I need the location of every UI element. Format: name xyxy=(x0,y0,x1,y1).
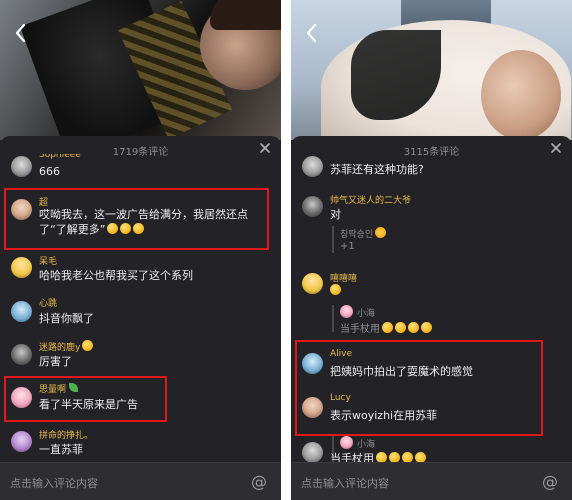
avatar[interactable] xyxy=(11,431,32,452)
comment-text: 哈哈我老公也帮我买了这个系列 xyxy=(39,269,193,282)
emoji-icon xyxy=(330,284,341,295)
comment-input-bar: 点击输入评论内容 @ xyxy=(0,462,281,500)
at-icon[interactable]: @ xyxy=(542,472,558,491)
sun-icon xyxy=(375,227,387,238)
emoji-icon xyxy=(395,322,406,333)
comment-item[interactable]: 呆毛 哈哈我老公也帮我买了这个系列 xyxy=(0,253,281,287)
reply-avatar[interactable] xyxy=(340,305,353,318)
reply-text: +1 xyxy=(340,241,355,252)
video-background xyxy=(0,0,281,140)
close-icon[interactable] xyxy=(549,141,563,155)
comment-username[interactable]: 心跳 xyxy=(39,296,57,309)
reply-bar xyxy=(332,226,334,253)
at-icon[interactable]: @ xyxy=(251,472,267,491)
highlight-box xyxy=(295,340,543,436)
comment-input[interactable]: 点击输入评论内容 xyxy=(10,475,98,491)
comment-username[interactable]: 帅气又迷人的二大爷 xyxy=(330,193,411,206)
comment-username-text: 迷路的鹿y xyxy=(39,343,81,353)
reply-username[interactable]: 칭딱승인 xyxy=(340,227,387,240)
avatar[interactable] xyxy=(11,156,32,177)
emoji-icon xyxy=(421,322,432,333)
comment-text xyxy=(330,284,341,297)
comment-text: 一直苏菲 xyxy=(39,443,83,456)
reply-text: 当手杖用 xyxy=(340,320,432,335)
back-chevron-icon[interactable] xyxy=(303,22,321,44)
comment-username[interactable]: 拼命的挣扎。 xyxy=(39,428,93,441)
comment-item[interactable]: 帅气又迷人的二大爷 对 xyxy=(291,192,572,226)
emoji-icon xyxy=(82,340,94,351)
comment-item[interactable]: 嘻嘻嘻 xyxy=(291,270,572,304)
comment-item[interactable]: Sophieee 666 xyxy=(0,150,281,180)
comment-text: 苏菲还有这种功能? xyxy=(330,163,424,176)
comment-item[interactable]: 拼命的挣扎。 一直苏菲 xyxy=(0,426,281,460)
comment-item[interactable]: 迷路的鹿y 厉害了 xyxy=(0,339,281,373)
reply-avatar[interactable] xyxy=(340,436,353,449)
avatar[interactable] xyxy=(11,344,32,365)
comment-username[interactable]: 呆毛 xyxy=(39,254,57,267)
comment-input-bar: 点击输入评论内容 @ xyxy=(291,462,572,500)
comment-item[interactable]: 苏菲还有这种功能? xyxy=(291,156,572,182)
comment-text: 666 xyxy=(39,165,60,178)
emoji-icon xyxy=(382,322,393,333)
emoji-icon xyxy=(408,322,419,333)
back-chevron-icon[interactable] xyxy=(12,22,30,44)
reply-bar xyxy=(332,305,334,332)
avatar[interactable] xyxy=(302,156,323,177)
comment-input[interactable]: 点击输入评论内容 xyxy=(301,475,389,491)
reply-text-body: 当手杖用 xyxy=(340,324,380,335)
comment-username[interactable]: 迷路的鹿y xyxy=(39,340,94,353)
avatar[interactable] xyxy=(11,301,32,322)
comment-text: 厉害了 xyxy=(39,355,72,368)
highlight-box xyxy=(4,188,269,250)
reply-username-text: 칭딱승인 xyxy=(340,230,374,240)
video-background xyxy=(291,0,572,140)
comment-username[interactable]: 嘻嘻嘻 xyxy=(330,271,357,284)
highlight-box xyxy=(4,376,167,422)
avatar[interactable] xyxy=(302,442,323,463)
reply-username[interactable]: 小海 xyxy=(357,437,375,450)
avatar[interactable] xyxy=(11,257,32,278)
reply-username[interactable]: 小海 xyxy=(357,306,375,319)
avatar[interactable] xyxy=(302,196,323,217)
right-phone-screen: 3115条评论 苏菲还有这种功能? 帅气又迷人的二大爷 对 칭딱승인 +1 嘻嘻… xyxy=(291,0,572,500)
comment-text: 抖音你飘了 xyxy=(39,312,94,325)
avatar[interactable] xyxy=(302,273,323,294)
comment-item[interactable]: 心跳 抖音你飘了 xyxy=(0,296,281,330)
left-phone-screen: 1719条评论 Sophieee 666 超 哎呦我去，这一波广告给满分，我居然… xyxy=(0,0,281,500)
comment-text: 对 xyxy=(330,208,341,221)
comment-username[interactable]: Sophieee xyxy=(39,154,81,160)
